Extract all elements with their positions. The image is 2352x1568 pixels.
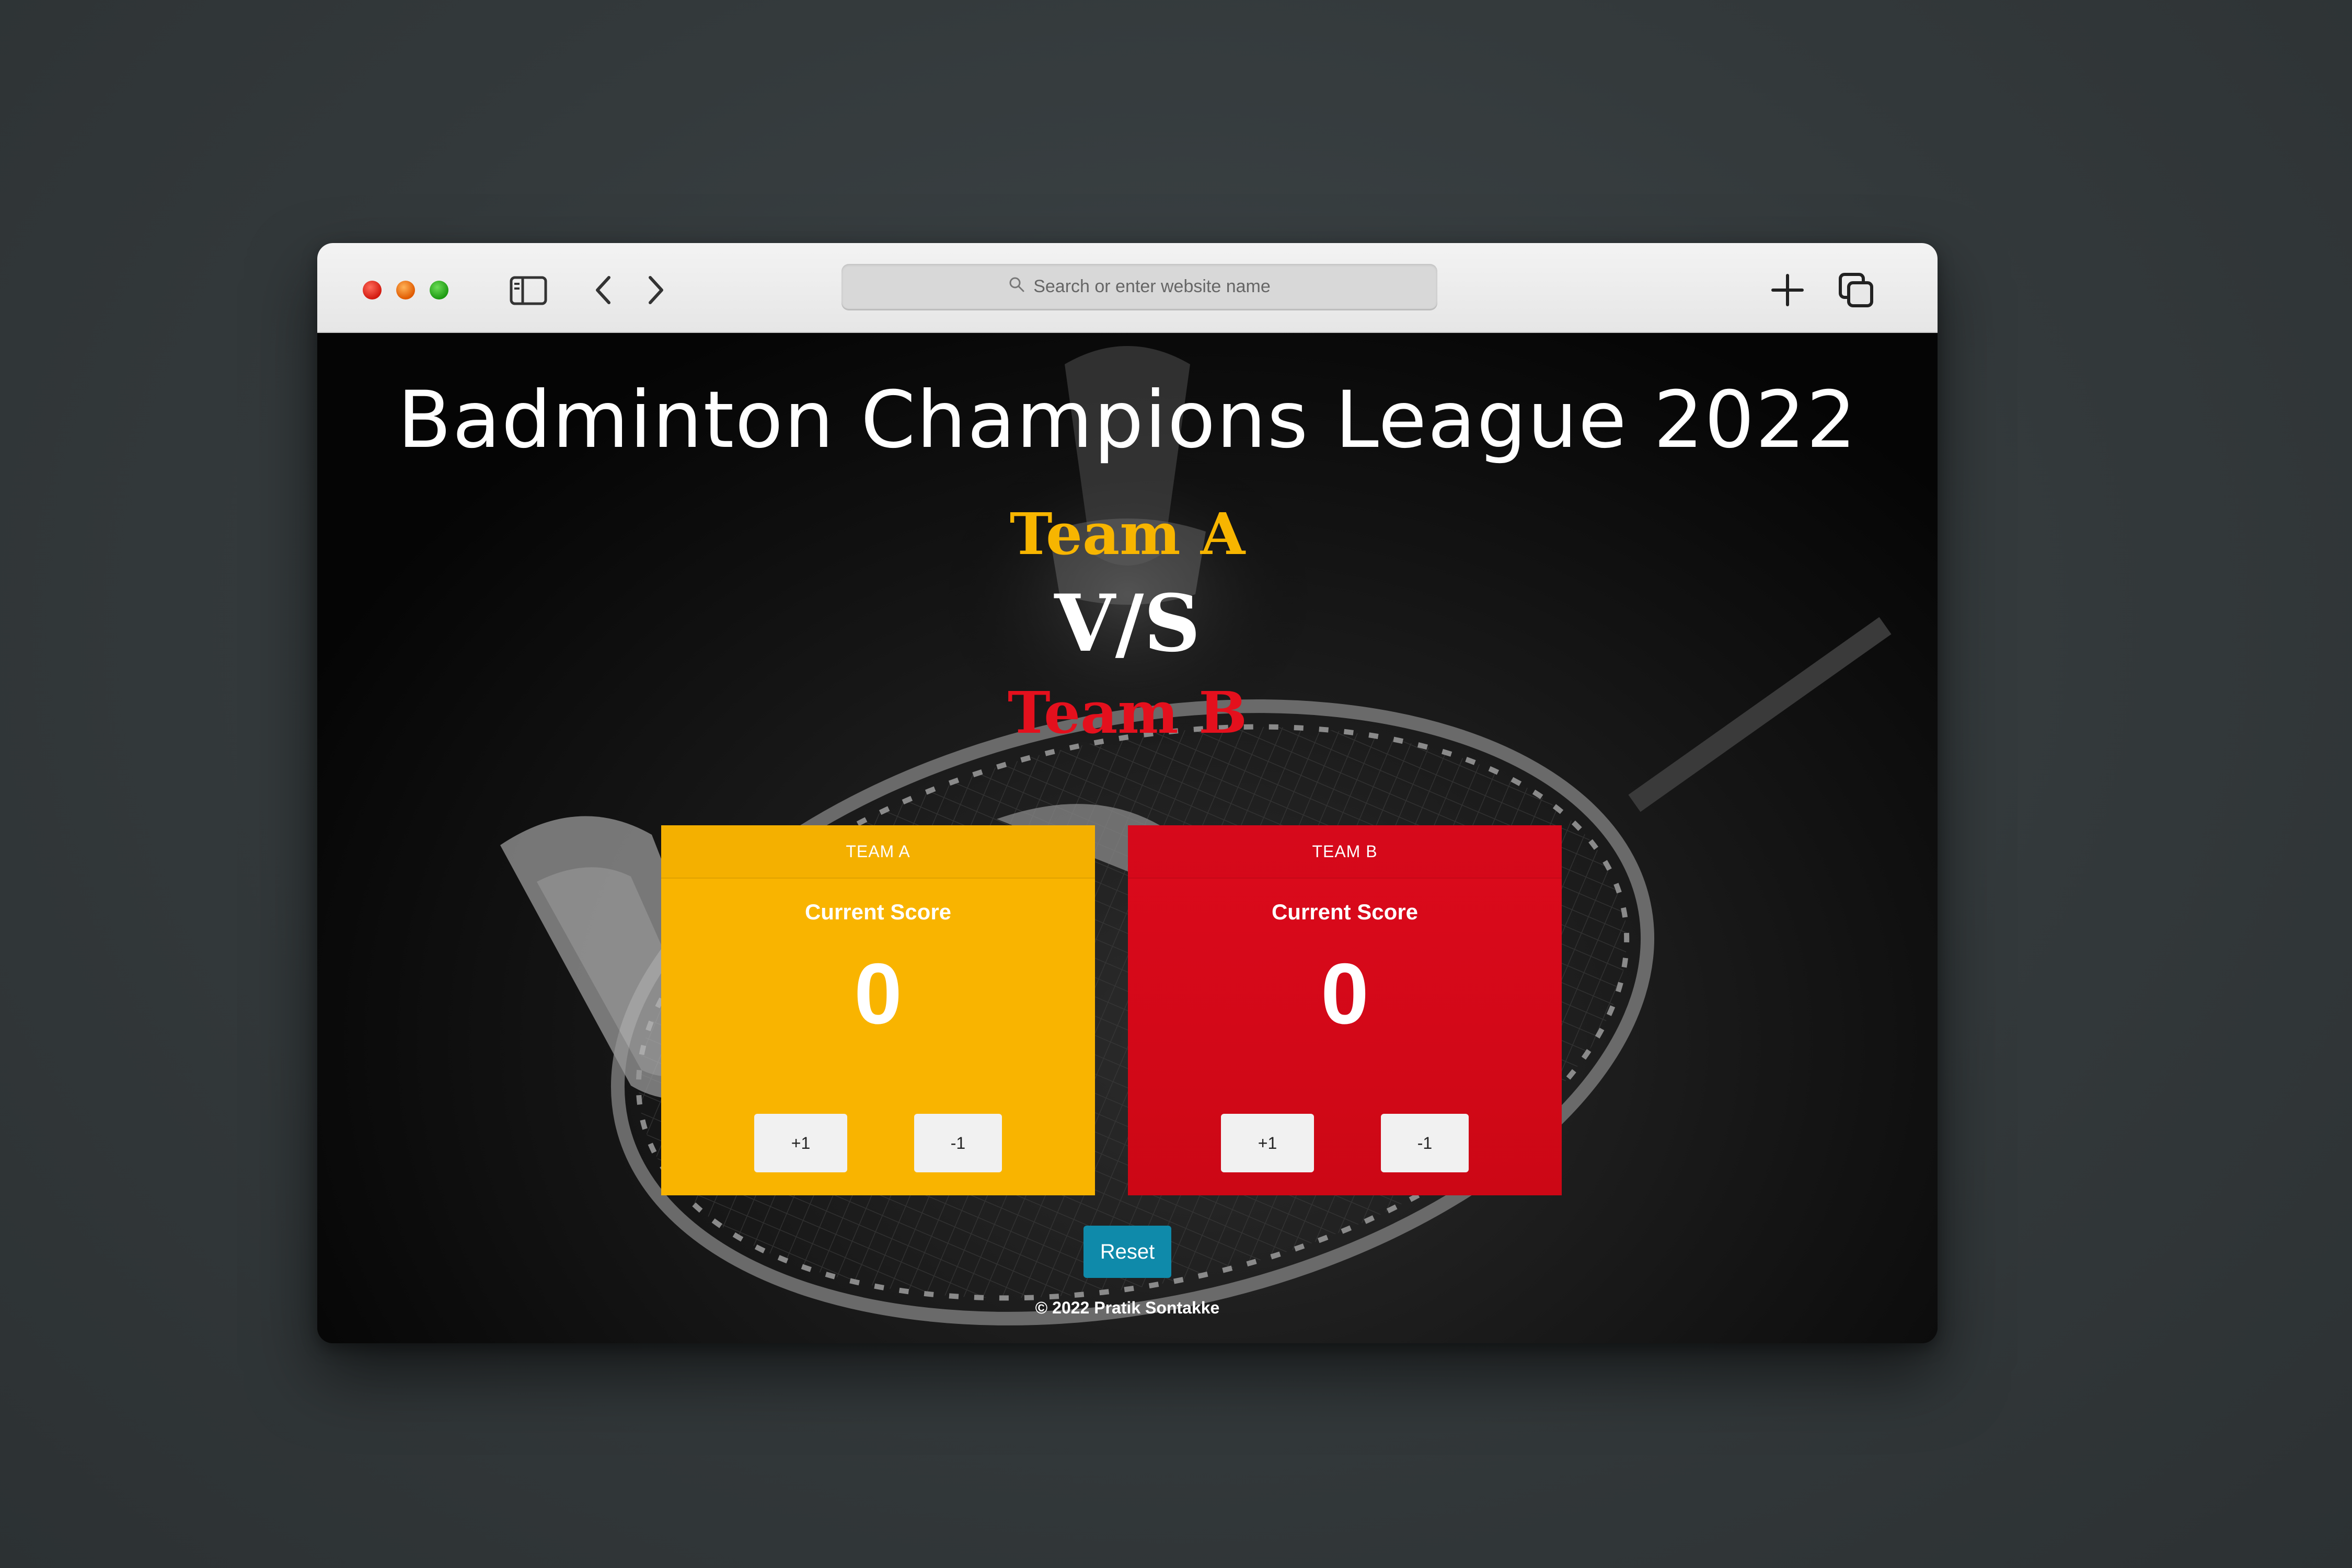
team-a-card: TEAM A Current Score 0 +1 -1 bbox=[661, 825, 1095, 1195]
browser-toolbar: Search or enter website name bbox=[317, 243, 1938, 333]
reset-button[interactable]: Reset bbox=[1083, 1226, 1171, 1278]
team-a-card-header: TEAM A bbox=[661, 825, 1095, 879]
new-tab-icon[interactable] bbox=[1767, 269, 1808, 311]
page-title: Badminton Champions League 2022 bbox=[397, 375, 1858, 466]
team-a-minus-button[interactable]: -1 bbox=[914, 1114, 1002, 1172]
web-page: Badminton Champions League 2022 Team A V… bbox=[317, 333, 1938, 1343]
team-b-score-label: Current Score bbox=[1271, 900, 1419, 924]
badminton-background-image bbox=[500, 346, 1892, 1325]
team-b-score: 0 bbox=[1321, 946, 1369, 1042]
address-placeholder: Search or enter website name bbox=[1033, 276, 1271, 296]
maximize-window-button[interactable] bbox=[430, 281, 448, 299]
team-b-plus-button[interactable]: +1 bbox=[1221, 1114, 1314, 1172]
address-bar[interactable]: Search or enter website name bbox=[841, 264, 1437, 309]
versus-heading: V/S bbox=[1054, 578, 1201, 670]
team-b-card-header: TEAM B bbox=[1128, 825, 1562, 879]
team-a-score-label: Current Score bbox=[804, 900, 952, 924]
team-a-heading: Team A bbox=[1009, 500, 1246, 568]
minimize-window-button[interactable] bbox=[396, 281, 415, 299]
browser-window: Search or enter website name Badminton C… bbox=[317, 243, 1938, 1343]
close-window-button[interactable] bbox=[363, 281, 382, 299]
team-a-plus-button[interactable]: +1 bbox=[754, 1114, 847, 1172]
team-a-score: 0 bbox=[854, 946, 902, 1042]
search-icon bbox=[1008, 276, 1025, 297]
back-icon[interactable] bbox=[584, 269, 626, 311]
forward-icon[interactable] bbox=[633, 269, 675, 311]
tabs-overview-icon[interactable] bbox=[1835, 269, 1877, 311]
footer-copyright: © 2022 Pratik Sontakke bbox=[1035, 1298, 1220, 1317]
team-b-card: TEAM B Current Score 0 +1 -1 bbox=[1128, 825, 1562, 1195]
team-b-minus-button[interactable]: -1 bbox=[1381, 1114, 1469, 1172]
sidebar-icon[interactable] bbox=[508, 269, 550, 311]
team-b-heading: Team B bbox=[1007, 679, 1248, 746]
